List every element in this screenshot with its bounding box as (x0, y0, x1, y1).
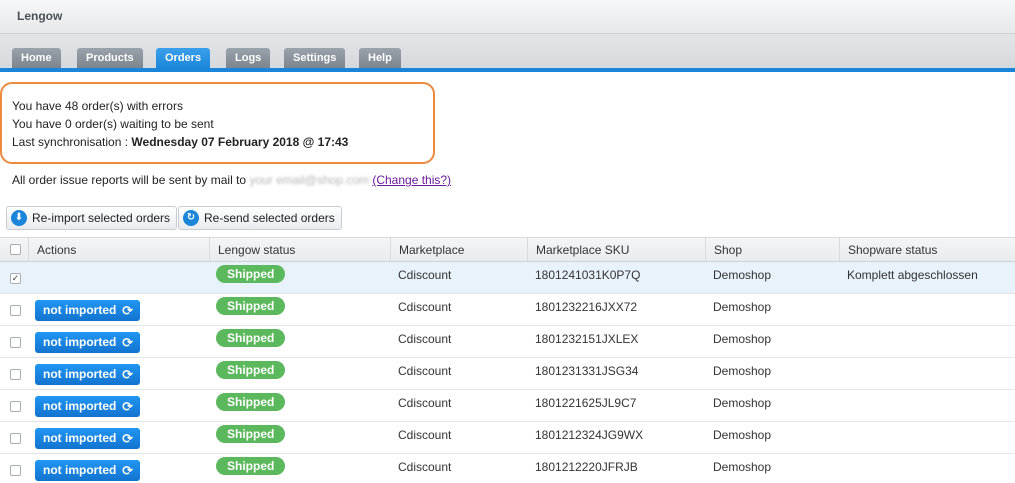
tab-products[interactable]: Products (77, 48, 143, 68)
tab-home[interactable]: Home (12, 48, 61, 68)
reimport-selected-button[interactable]: ⬇ Re-import selected orders (6, 206, 178, 230)
sku-cell: 1801212220JFRJB (535, 460, 638, 474)
mail-note-text: All order issue reports will be sent by … (12, 173, 250, 187)
last-sync-value: Wednesday 07 February 2018 @ 17:43 (131, 135, 349, 149)
not-imported-button[interactable]: not imported ⟳ (35, 332, 140, 353)
status-badge: Shipped (216, 329, 286, 347)
reimport-label: Re-import selected orders (32, 211, 171, 225)
resend-selected-button[interactable]: ↻ Re-send selected orders (178, 206, 342, 230)
row-checkbox[interactable] (10, 305, 21, 316)
table-row[interactable]: not imported ⟳ Shipped Cdiscount 1801232… (0, 294, 1015, 326)
not-imported-label: not imported (43, 303, 117, 317)
tab-settings[interactable]: Settings (284, 48, 346, 68)
last-sync-label: Last synchronisation : (12, 135, 132, 149)
download-circle-icon: ⬇ (11, 210, 27, 226)
sync-icon: ⟳ (122, 463, 133, 478)
tab-orders[interactable]: Orders (156, 48, 211, 68)
not-imported-button[interactable]: not imported ⟳ (35, 396, 140, 417)
marketplace-cell: Cdiscount (398, 460, 452, 474)
table-row[interactable]: not imported ⟳ Shipped Cdiscount 1801212… (0, 454, 1015, 483)
waiting-count-text: You have 0 order(s) waiting to be sent (12, 117, 214, 131)
col-shop[interactable]: Shop (705, 238, 839, 261)
select-all-checkbox[interactable] (10, 244, 21, 255)
tab-logs[interactable]: Logs (226, 48, 271, 68)
status-badge: Shipped (216, 425, 286, 443)
shop-cell: Demoshop (713, 460, 772, 474)
not-imported-button[interactable]: not imported ⟳ (35, 364, 140, 385)
sync-icon: ⟳ (122, 431, 133, 446)
not-imported-label: not imported (43, 367, 117, 381)
lengow-status-cell: Shipped (209, 390, 390, 421)
mail-note: All order issue reports will be sent by … (12, 173, 451, 187)
lengow-status-cell: Shipped (209, 294, 390, 325)
table-row[interactable]: not imported ⟳ Shipped Cdiscount 1801231… (0, 358, 1015, 390)
errors-count-text: You have 48 order(s) with errors (12, 99, 183, 113)
status-badge: Shipped (216, 393, 286, 411)
row-checkbox[interactable]: ✓ (10, 273, 21, 284)
not-imported-label: not imported (43, 463, 117, 477)
row-checkbox[interactable] (10, 465, 21, 476)
lengow-status-cell: Shipped (209, 326, 390, 357)
title-bar: Lengow (0, 0, 1015, 34)
report-email: your email@shop.com (249, 173, 369, 187)
resend-label: Re-send selected orders (204, 211, 335, 225)
col-marketplace[interactable]: Marketplace (390, 238, 527, 261)
app-title: Lengow (17, 9, 63, 23)
order-summary: You have 48 order(s) with errors You hav… (12, 97, 348, 151)
table-header: Actions Lengow status Marketplace Market… (0, 237, 1015, 262)
col-marketplace-sku[interactable]: Marketplace SKU (527, 238, 705, 261)
status-badge: Shipped (216, 457, 286, 475)
row-checkbox[interactable] (10, 369, 21, 380)
status-badge: Shipped (216, 265, 286, 283)
lengow-status-cell: Shipped (209, 262, 390, 293)
table-row[interactable]: ✓ Shipped Cdiscount 1801241031K0P7Q Demo… (0, 262, 1015, 294)
lengow-status-cell: Shipped (209, 454, 390, 483)
refresh-circle-icon: ↻ (183, 210, 199, 226)
table-row[interactable]: not imported ⟳ Shipped Cdiscount 1801221… (0, 390, 1015, 422)
not-imported-label: not imported (43, 431, 117, 445)
not-imported-label: not imported (43, 335, 117, 349)
col-lengow-status[interactable]: Lengow status (209, 238, 390, 261)
table-row[interactable]: not imported ⟳ Shipped Cdiscount 1801212… (0, 422, 1015, 454)
status-badge: Shipped (216, 361, 286, 379)
not-imported-button[interactable]: not imported ⟳ (35, 460, 140, 481)
row-checkbox[interactable] (10, 401, 21, 412)
sync-icon: ⟳ (122, 303, 133, 318)
row-checkbox[interactable] (10, 337, 21, 348)
not-imported-button[interactable]: not imported ⟳ (35, 300, 140, 321)
col-actions[interactable]: Actions (28, 238, 209, 261)
status-badge: Shipped (216, 297, 286, 315)
col-shopware-status[interactable]: Shopware status (839, 238, 1015, 261)
sync-icon: ⟳ (122, 399, 133, 414)
last-sync-line: Last synchronisation : Wednesday 07 Febr… (12, 133, 348, 151)
row-checkbox[interactable] (10, 433, 21, 444)
change-email-link[interactable]: (Change this?) (372, 173, 451, 187)
sync-icon: ⟳ (122, 335, 133, 350)
lengow-status-cell: Shipped (209, 358, 390, 389)
table-row[interactable]: not imported ⟳ Shipped Cdiscount 1801232… (0, 326, 1015, 358)
sync-icon: ⟳ (122, 367, 133, 382)
lengow-status-cell: Shipped (209, 422, 390, 453)
not-imported-button[interactable]: not imported ⟳ (35, 428, 140, 449)
not-imported-label: not imported (43, 399, 117, 413)
header-select-cell (0, 238, 28, 261)
tab-help[interactable]: Help (359, 48, 401, 68)
tab-bar: Home Products Orders Logs Settings Help (0, 34, 1015, 72)
